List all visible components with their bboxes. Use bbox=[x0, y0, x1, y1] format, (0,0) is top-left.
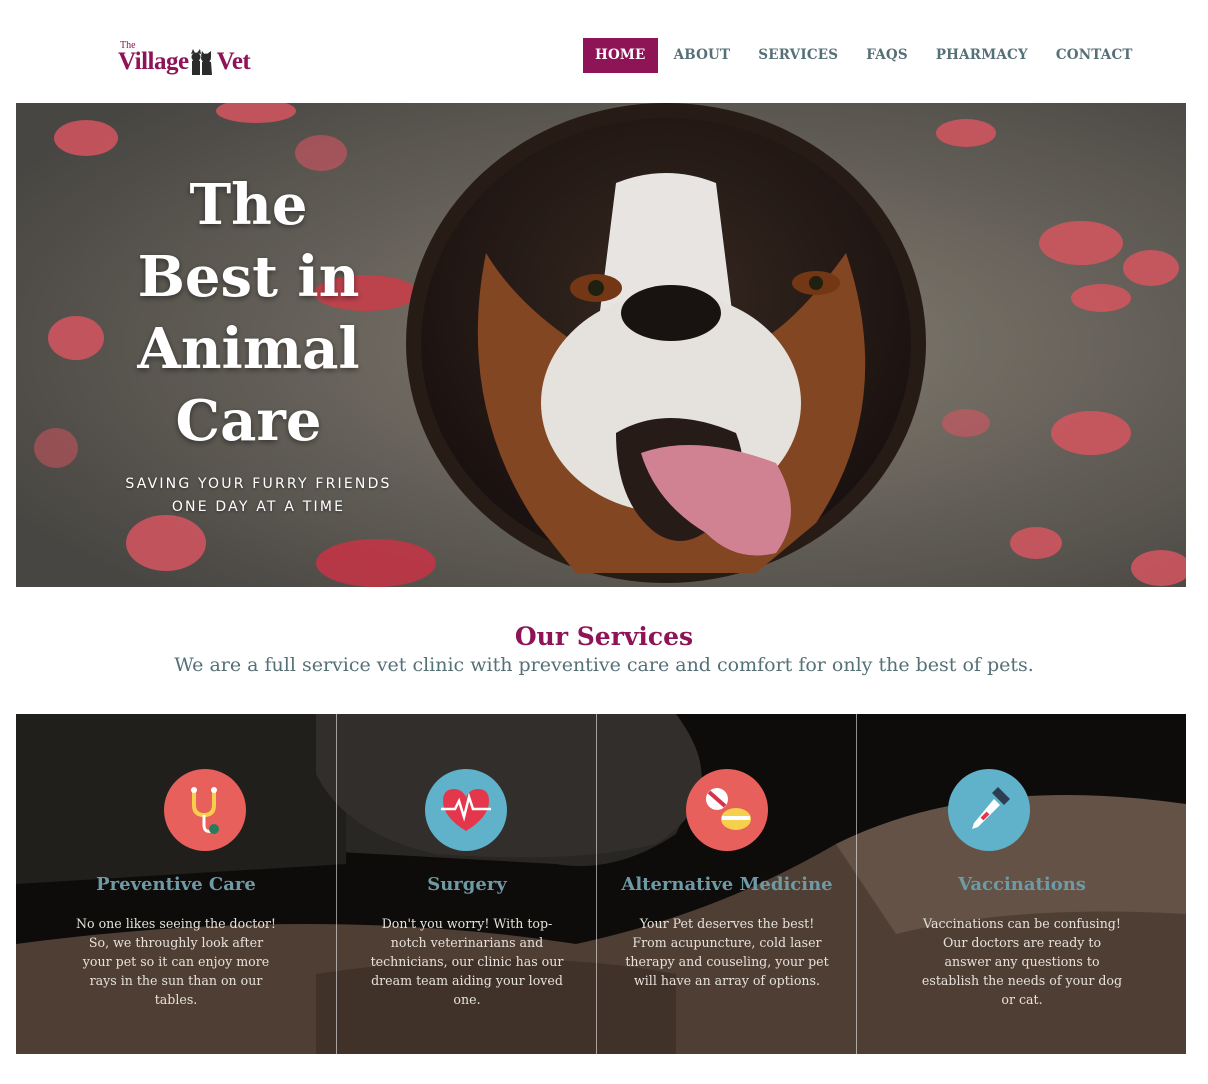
service-text: No one likes seeing the doctor! So, we t… bbox=[76, 916, 276, 1007]
hero-banner: The Best in Animal Care SAVING YOUR FURR… bbox=[16, 103, 1186, 587]
service-text: Vaccinations can be confusing! Our docto… bbox=[921, 916, 1123, 1007]
service-title: Preventive Care bbox=[96, 874, 256, 895]
service-title: Vaccinations bbox=[958, 874, 1086, 895]
nav-faqs[interactable]: FAQS bbox=[854, 38, 920, 73]
service-card[interactable]: Alternative Medicine Your Pet deserves t… bbox=[596, 714, 857, 1054]
logo-text: Village Vet bbox=[118, 48, 251, 76]
hero-title-line: The bbox=[189, 172, 308, 238]
nav-home[interactable]: HOME bbox=[583, 38, 658, 73]
main-nav: HOME ABOUT SERVICES FAQS PHARMACY CONTAC… bbox=[583, 38, 1149, 73]
dropper-icon bbox=[948, 769, 1030, 851]
services-strip: Preventive Care No one likes seeing the … bbox=[16, 714, 1186, 1054]
logo-vet-text: Vet bbox=[216, 48, 251, 75]
hero-title-line: Care bbox=[175, 388, 322, 454]
logo-village-text: Village bbox=[118, 48, 189, 75]
service-title: Surgery bbox=[427, 874, 507, 895]
services-heading: Our Services bbox=[514, 622, 694, 651]
nav-about[interactable]: ABOUT bbox=[662, 38, 743, 73]
nav-contact[interactable]: CONTACT bbox=[1044, 38, 1145, 73]
hero-title-line: Best in bbox=[137, 244, 360, 310]
nav-services[interactable]: SERVICES bbox=[746, 38, 850, 73]
service-card[interactable]: Surgery Don't you worry! With top-notch … bbox=[336, 714, 597, 1054]
hero-title: The Best in Animal Care bbox=[116, 169, 381, 457]
service-text: Your Pet deserves the best! From acupunc… bbox=[625, 916, 829, 988]
hero-title-line: Animal bbox=[137, 316, 360, 382]
hero-subtitle-line: SAVING YOUR FURRY FRIENDS bbox=[125, 476, 392, 492]
hero-subtitle-line: ONE DAY AT A TIME bbox=[171, 499, 346, 515]
heartbeat-icon bbox=[425, 769, 507, 851]
stethoscope-icon bbox=[164, 769, 246, 851]
service-title: Alternative Medicine bbox=[621, 874, 833, 895]
pills-icon bbox=[686, 769, 768, 851]
nav-pharmacy[interactable]: PHARMACY bbox=[924, 38, 1040, 73]
service-card[interactable]: Preventive Care No one likes seeing the … bbox=[16, 714, 336, 1054]
service-text: Don't you worry! With top-notch veterina… bbox=[370, 916, 564, 1007]
site-logo[interactable]: The Village Vet bbox=[118, 40, 258, 80]
dog-and-cat-icon bbox=[191, 49, 212, 75]
services-description: We are a full service vet clinic with pr… bbox=[174, 654, 1034, 676]
service-card[interactable]: Vaccinations Vaccinations can be confusi… bbox=[856, 714, 1186, 1054]
hero-subtitle: SAVING YOUR FURRY FRIENDS ONE DAY AT A T… bbox=[116, 473, 401, 519]
